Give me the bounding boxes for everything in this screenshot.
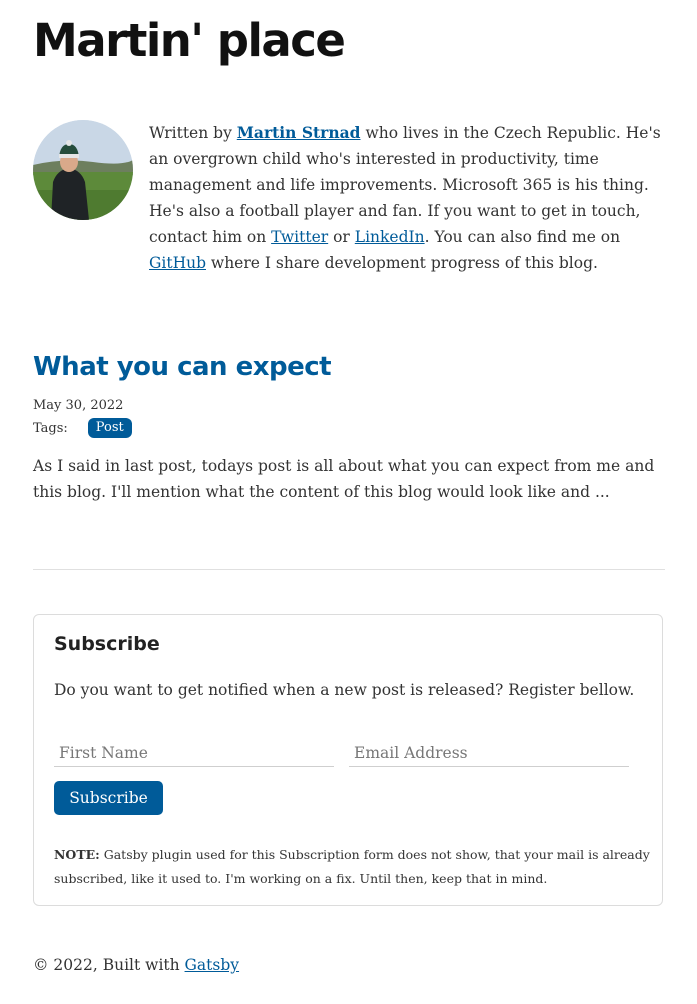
first-name-input[interactable] bbox=[54, 739, 334, 767]
bio-text: Written by Martin Strnad who lives in th… bbox=[149, 120, 669, 276]
subscribe-note: NOTE: Gatsby plugin used for this Subscr… bbox=[54, 843, 654, 891]
footer: © 2022, Built with Gatsby bbox=[33, 956, 239, 974]
bio-text-3: . You can also find me on bbox=[424, 228, 621, 246]
tag-badge-post[interactable]: Post bbox=[87, 418, 132, 438]
subscribe-form: Subscribe Do you want to get notified wh… bbox=[33, 614, 663, 906]
site-title[interactable]: Martin' place bbox=[33, 14, 346, 67]
bio-prefix: Written by bbox=[149, 124, 237, 142]
divider bbox=[33, 569, 665, 570]
gatsby-link[interactable]: Gatsby bbox=[185, 956, 240, 974]
bio-text-2: or bbox=[328, 228, 355, 246]
page: Martin' place Written by Martin Strnad w… bbox=[0, 0, 697, 1004]
email-input[interactable] bbox=[349, 739, 629, 767]
linkedin-link[interactable]: LinkedIn bbox=[355, 228, 425, 246]
github-link[interactable]: GitHub bbox=[149, 254, 206, 272]
note-label: NOTE: bbox=[54, 847, 100, 862]
avatar bbox=[33, 120, 133, 220]
post-excerpt: As I said in last post, todays post is a… bbox=[33, 457, 655, 501]
post-date: May 30, 2022 bbox=[33, 398, 124, 413]
bio-text-4: where I share development progress of th… bbox=[206, 254, 598, 272]
subscribe-button[interactable]: Subscribe bbox=[54, 781, 163, 815]
subscribe-description: Do you want to get notified when a new p… bbox=[54, 681, 635, 699]
note-text: Gatsby plugin used for this Subscription… bbox=[54, 847, 650, 886]
post-title-link[interactable]: What you can expect bbox=[33, 352, 332, 382]
twitter-link[interactable]: Twitter bbox=[271, 228, 328, 246]
tags-label: Tags: bbox=[33, 420, 68, 436]
avatar-photo bbox=[33, 120, 133, 220]
subscribe-title: Subscribe bbox=[54, 633, 160, 655]
post-tags: Tags: Post bbox=[33, 418, 132, 438]
footer-text: © 2022, Built with bbox=[33, 956, 185, 974]
author-link[interactable]: Martin Strnad bbox=[237, 123, 361, 142]
